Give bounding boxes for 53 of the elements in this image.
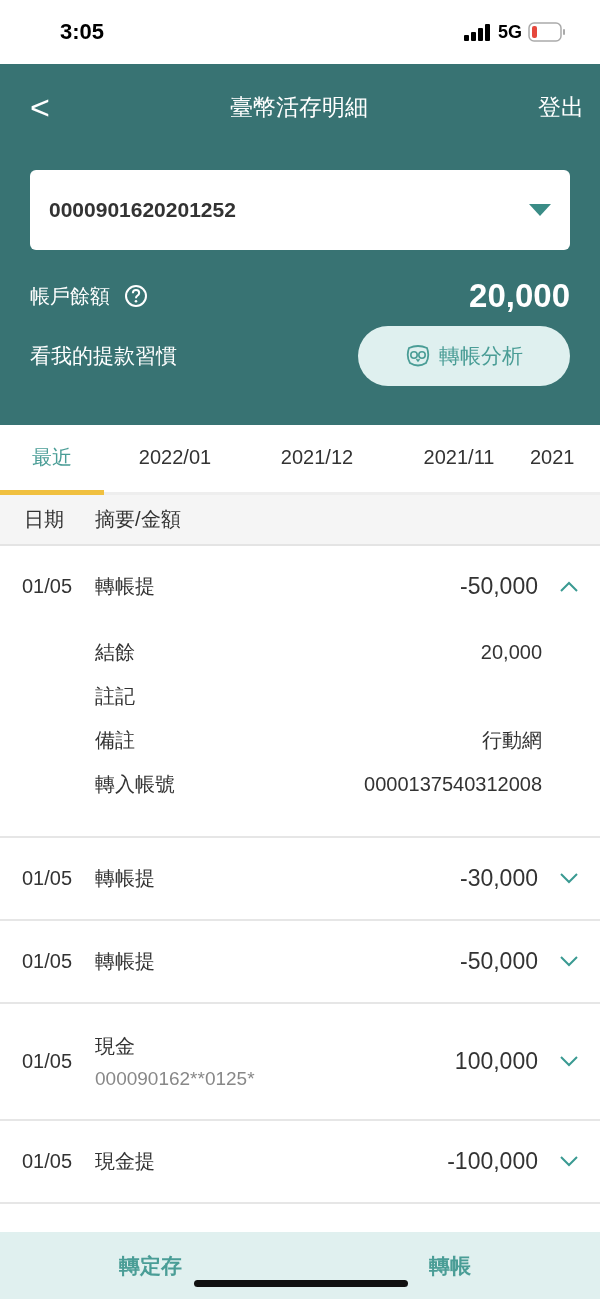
signal-icon	[464, 23, 492, 41]
status-time: 3:05	[60, 19, 105, 45]
detail-label: 註記	[95, 683, 135, 709]
transaction-row[interactable]: 01/05 現金提 -100,000	[0, 1121, 600, 1204]
detail-label: 結餘	[95, 639, 135, 665]
chevron-down-icon[interactable]	[560, 1056, 578, 1067]
amount-text: -50,000	[460, 948, 538, 975]
account-subtext: 000090162**0125*	[95, 1068, 255, 1090]
detail-value: 0000137540312008	[364, 772, 542, 796]
detail-value: 行動網	[482, 727, 542, 753]
transaction-row[interactable]: 01/05 轉帳提 -30,000	[0, 838, 600, 921]
owl-icon	[405, 344, 431, 368]
help-icon[interactable]	[124, 284, 148, 308]
month-tab[interactable]: 2022/01	[104, 425, 246, 495]
summary-text: 轉帳提	[95, 949, 155, 974]
month-tab[interactable]: 2021/11	[388, 425, 530, 495]
dropdown-caret-icon	[529, 204, 551, 216]
amount-text: -100,000	[447, 1148, 538, 1175]
page-title: 臺幣活存明細	[230, 92, 368, 122]
date-cell-text: 01/05	[22, 1050, 74, 1073]
back-button[interactable]: <	[30, 87, 60, 127]
date-cell-text: 01/05	[22, 950, 74, 973]
balance-label: 帳戶餘額	[30, 283, 110, 309]
transaction-row[interactable]: 01/05 轉帳提 -50,000	[0, 921, 600, 1004]
column-header: 摘要/金額	[95, 507, 181, 532]
summary-text: 轉帳提	[95, 866, 155, 891]
network-label: 5G	[498, 21, 522, 43]
chevron-down-icon[interactable]	[560, 1156, 578, 1167]
detail-value: 20,000	[480, 640, 542, 664]
chevron-down-icon[interactable]	[560, 956, 578, 967]
amount-text: -30,000	[460, 865, 538, 892]
summary-text: 轉帳提	[95, 573, 155, 599]
balance-amount: 20,000	[469, 277, 570, 315]
summary-text: 現金提	[95, 1149, 155, 1174]
transaction-row[interactable]: 01/05 現金 000090162**0125* 100,000	[0, 1004, 600, 1121]
detail-label: 轉入帳號	[95, 771, 175, 797]
month-tab[interactable]: 2021/12	[246, 425, 388, 495]
habit-label: 看我的提款習慣	[30, 343, 177, 369]
account-number: 0000901620201252	[49, 198, 236, 222]
detail-label: 備註	[95, 727, 135, 753]
date-cell-text: 01/05	[22, 1150, 74, 1173]
transaction-row[interactable]: 01/05 轉帳提 -50,000 結餘 20,000 註記 備註 行動網 轉入帳號 0000137540312008	[0, 546, 600, 838]
date-cell-text: 01/05	[22, 574, 74, 598]
amount-text: 100,000	[454, 1048, 538, 1075]
summary-text: 現金	[95, 1034, 136, 1059]
chevron-down-icon[interactable]	[560, 873, 578, 884]
amount-text: -50,000	[460, 572, 538, 600]
chevron-up-icon[interactable]	[560, 580, 578, 592]
logout-button[interactable]: 登出	[538, 91, 584, 123]
account-dropdown[interactable]: 0000901620201252	[30, 170, 570, 250]
battery-icon	[528, 22, 566, 42]
column-header: 日期	[24, 507, 65, 532]
date-cell-text: 01/05	[22, 867, 74, 890]
